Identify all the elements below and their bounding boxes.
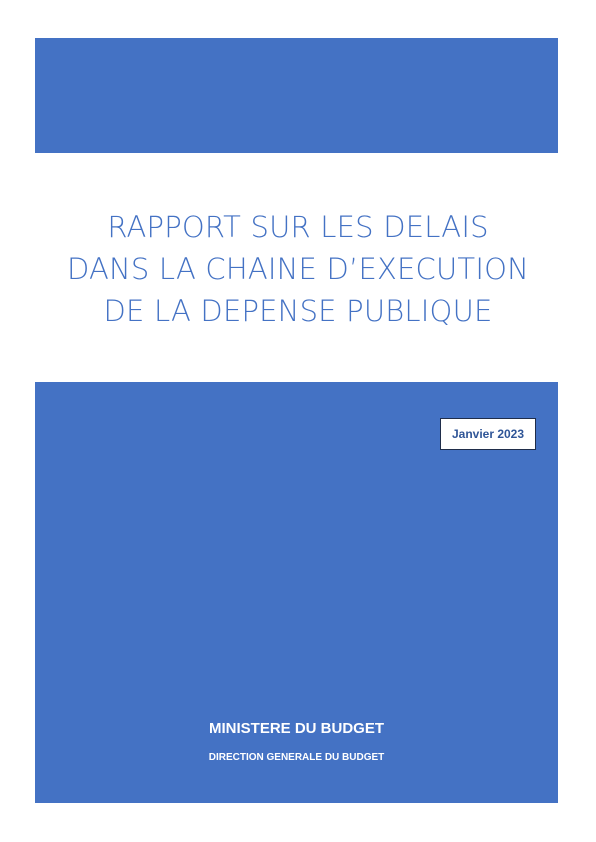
top-banner: [35, 38, 558, 153]
title-line-2: DANS LA CHAINE D’EXECUTION: [66, 252, 530, 286]
ministry-name: MINISTERE DU BUDGET: [208, 720, 384, 737]
direction-name: DIRECTION GENERALE DU BUDGET: [208, 752, 385, 763]
title-line-1: RAPPORT SUR LES DELAIS: [107, 210, 489, 244]
date-box: Janvier 2023: [440, 418, 536, 450]
report-title: RAPPORT SUR LES DELAIS DANS LA CHAINE D’…: [0, 206, 596, 332]
date-label: Janvier 2023: [451, 427, 525, 441]
bottom-panel: Janvier 2023 MINISTERE DU BUDGET DIRECTI…: [35, 382, 558, 803]
title-line-3: DE LA DEPENSE PUBLIQUE: [103, 294, 493, 328]
